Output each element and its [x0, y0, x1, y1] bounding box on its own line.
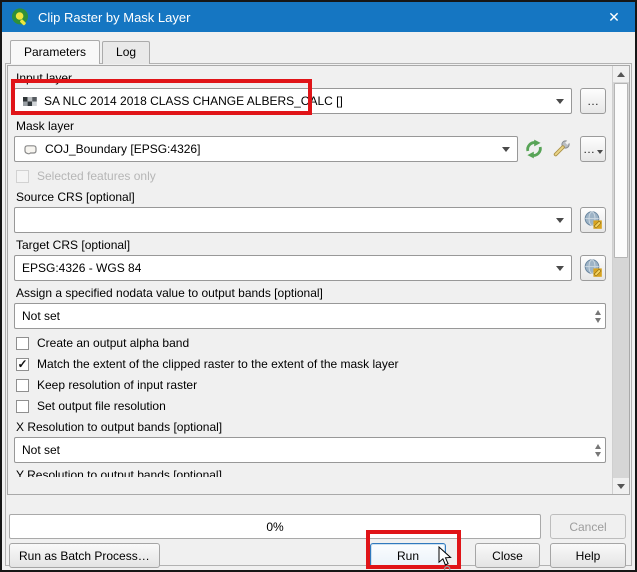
target-crs-combo[interactable]: EPSG:4326 - WGS 84: [14, 255, 572, 281]
nodata-label: Assign a specified nodata value to outpu…: [16, 286, 604, 301]
polygon-layer-icon: [22, 142, 39, 157]
alpha-band-label: Create an output alpha band: [37, 336, 189, 350]
chevron-down-icon: [556, 266, 564, 271]
checkbox-box: [16, 337, 29, 350]
source-crs-select-button[interactable]: [580, 207, 606, 233]
window-title: Clip Raster by Mask Layer: [38, 10, 190, 25]
source-crs-combo[interactable]: [14, 207, 572, 233]
chevron-down-icon: [597, 150, 603, 154]
close-icon[interactable]: ✕: [593, 2, 635, 32]
checkbox-box: [16, 400, 29, 413]
spinner-arrows-icon[interactable]: [595, 438, 601, 462]
selected-features-label: Selected features only: [37, 169, 156, 183]
input-layer-label: Input layer: [16, 71, 604, 86]
chevron-down-icon: [556, 218, 564, 223]
input-layer-browse-button[interactable]: …: [580, 88, 606, 114]
match-extent-label: Match the extent of the clipped raster t…: [37, 357, 399, 371]
tab-bar: Parameters Log: [10, 41, 152, 64]
spinner-arrows-icon[interactable]: [595, 304, 601, 328]
help-button[interactable]: Help: [550, 543, 626, 568]
x-resolution-spinbox[interactable]: Not set: [14, 437, 606, 463]
nodata-value: Not set: [22, 309, 60, 323]
target-crs-label: Target CRS [optional]: [16, 238, 604, 253]
parameters-content: Input layer: [8, 66, 612, 494]
chevron-down-icon: [556, 99, 564, 104]
parameters-scroll-area: Input layer: [7, 65, 630, 495]
target-crs-select-button[interactable]: [580, 255, 606, 281]
keep-resolution-checkbox[interactable]: Keep resolution of input raster: [16, 378, 604, 392]
cancel-button[interactable]: Cancel: [550, 514, 626, 539]
tab-log[interactable]: Log: [102, 41, 150, 64]
checkbox-box: ✓: [16, 358, 29, 371]
keep-resolution-label: Keep resolution of input raster: [37, 378, 197, 392]
set-resolution-checkbox[interactable]: Set output file resolution: [16, 399, 604, 413]
close-button[interactable]: Close: [475, 543, 540, 568]
mask-layer-value: COJ_Boundary [EPSG:4326]: [45, 142, 200, 156]
target-crs-value: EPSG:4326 - WGS 84: [22, 261, 141, 275]
wrench-settings-icon[interactable]: [550, 137, 572, 161]
tab-parameters[interactable]: Parameters: [10, 40, 100, 64]
y-resolution-label: Y Resolution to output bands [optional]: [16, 468, 604, 477]
input-layer-combo[interactable]: SA NLC 2014 2018 CLASS CHANGE ALBERS_CAL…: [14, 88, 572, 114]
scroll-up-icon[interactable]: [613, 66, 629, 82]
mask-layer-label: Mask layer: [16, 119, 604, 134]
progress-bar: 0%: [9, 514, 541, 539]
run-as-batch-button[interactable]: Run as Batch Process…: [9, 543, 160, 568]
nodata-spinbox[interactable]: Not set: [14, 303, 606, 329]
globe-crs-icon: [583, 258, 603, 278]
qgis-logo-icon: [10, 7, 30, 27]
set-resolution-label: Set output file resolution: [37, 399, 166, 413]
vertical-scrollbar[interactable]: [612, 66, 629, 494]
clip-raster-dialog: Clip Raster by Mask Layer ✕ Parameters L…: [0, 0, 637, 572]
input-layer-value: SA NLC 2014 2018 CLASS CHANGE ALBERS_CAL…: [44, 94, 343, 108]
parameters-pane: Input layer: [5, 63, 632, 566]
run-button[interactable]: Run: [370, 543, 446, 568]
scrollbar-thumb[interactable]: [614, 83, 628, 258]
title-bar: Clip Raster by Mask Layer ✕: [2, 2, 635, 32]
source-crs-label: Source CRS [optional]: [16, 190, 604, 205]
raster-layer-icon: [22, 94, 38, 109]
iterate-over-layer-icon[interactable]: [523, 137, 545, 161]
checkbox-box: [16, 170, 29, 183]
alpha-band-checkbox[interactable]: Create an output alpha band: [16, 336, 604, 350]
globe-crs-icon: [583, 210, 603, 230]
mask-layer-combo[interactable]: COJ_Boundary [EPSG:4326]: [14, 136, 518, 162]
match-extent-checkbox[interactable]: ✓ Match the extent of the clipped raster…: [16, 357, 604, 371]
checkbox-box: [16, 379, 29, 392]
selected-features-checkbox[interactable]: Selected features only: [16, 169, 604, 183]
progress-text: 0%: [266, 520, 283, 534]
x-resolution-label: X Resolution to output bands [optional]: [16, 420, 604, 435]
x-resolution-value: Not set: [22, 443, 60, 457]
chevron-down-icon: [502, 147, 510, 152]
scroll-down-icon[interactable]: [613, 478, 629, 494]
mask-layer-browse-button[interactable]: …: [580, 136, 606, 162]
